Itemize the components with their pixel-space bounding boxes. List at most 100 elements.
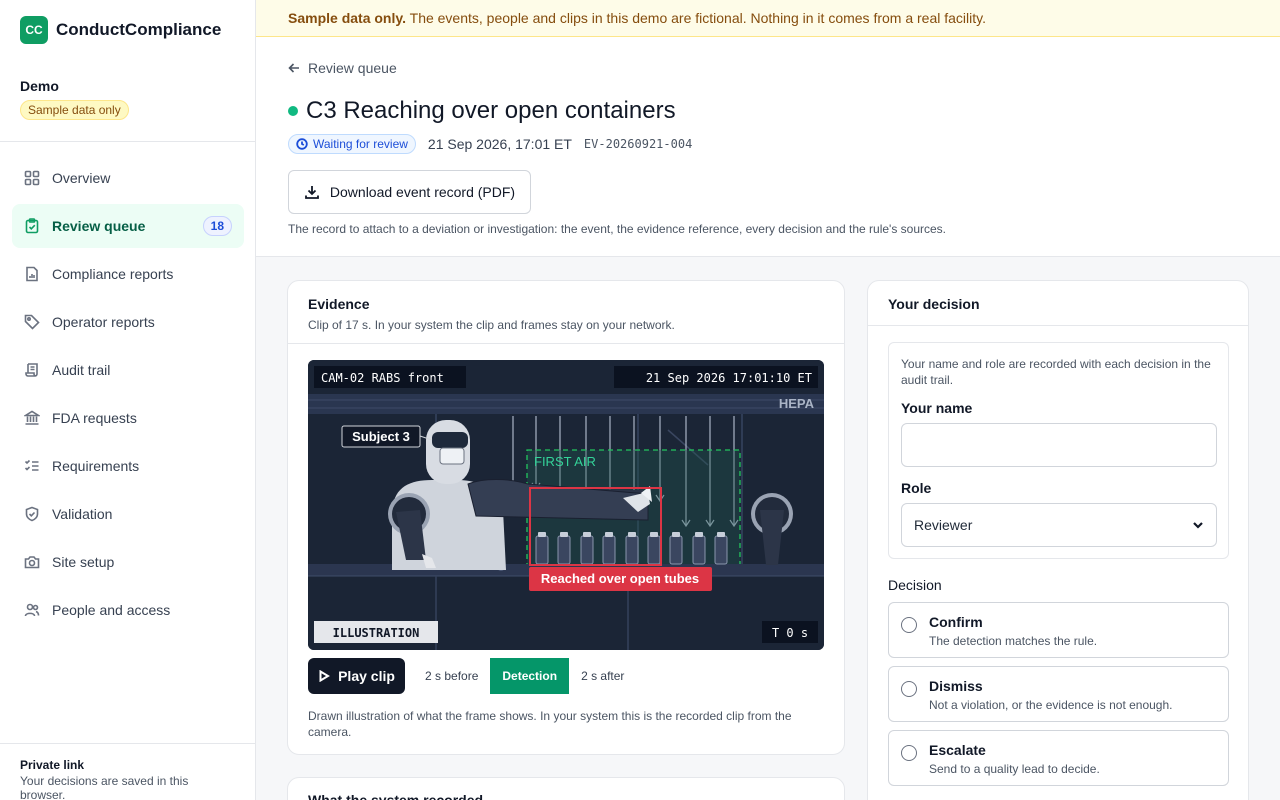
- frame-illustration: FIRST AIR Reached over open tubes Subjec…: [308, 360, 824, 650]
- grid-icon: [24, 170, 40, 186]
- event-time: 21 Sep 2026, 17:01 ET: [427, 136, 572, 152]
- report-icon: [26, 266, 38, 282]
- name-input[interactable]: [901, 423, 1217, 467]
- camera-icon: [24, 556, 40, 569]
- back-link-label: Review queue: [308, 60, 397, 76]
- clipboard-check-icon: [25, 218, 39, 234]
- sidebar-item-label: Audit trail: [52, 362, 111, 378]
- event-id: EV-20260921-004: [583, 137, 693, 151]
- detection-label: Reached over open tubes: [541, 571, 699, 586]
- role-select[interactable]: Reviewer: [901, 503, 1217, 547]
- sidebar-item-label: FDA requests: [52, 410, 137, 426]
- option-confirm[interactable]: Confirm The detection matches the rule.: [888, 602, 1229, 658]
- sidebar-item-validation[interactable]: Validation: [12, 492, 244, 536]
- download-record-button[interactable]: Download event record (PDF): [288, 170, 531, 214]
- page-title: C3 Reaching over open containers: [306, 97, 676, 124]
- sidebar-item-fda-requests[interactable]: FDA requests: [12, 396, 244, 440]
- decision-card: Your decision Your name and role are rec…: [867, 280, 1249, 800]
- sidebar-item-label: Compliance reports: [52, 266, 174, 282]
- sidebar: CC ConductCompliance Demo Sample data on…: [0, 0, 256, 800]
- play-clip-button[interactable]: Play clip: [308, 658, 405, 694]
- users-icon: [24, 603, 40, 617]
- camera-label: CAM-02 RABS front: [321, 371, 444, 385]
- arrow-left-icon: [288, 63, 299, 73]
- hepa-label: HEPA: [779, 396, 815, 411]
- status-badge-label: Waiting for review: [313, 137, 408, 151]
- private-link-subtitle: Your decisions are saved in this browser…: [20, 774, 189, 800]
- banner-bold: Sample data only.: [288, 10, 406, 26]
- private-link-title: Private link: [20, 758, 85, 772]
- sidebar-item-compliance-reports[interactable]: Compliance reports: [12, 252, 244, 296]
- sidebar-item-operator-reports[interactable]: Operator reports: [12, 300, 244, 344]
- org-info: Demo Sample data only: [20, 78, 129, 120]
- title-row: C3 Reaching over open containers: [288, 97, 676, 125]
- org-name: Demo: [20, 78, 59, 94]
- status-badge: Waiting for review: [288, 134, 416, 154]
- chevron-down-icon: [1193, 522, 1203, 529]
- sidebar-item-site-setup[interactable]: Site setup: [12, 540, 244, 584]
- role-value: Reviewer: [914, 517, 973, 533]
- card-divider: [288, 343, 844, 344]
- subject-label: Subject 3: [352, 429, 410, 444]
- segment-before[interactable]: 2 s before: [413, 658, 490, 694]
- evidence-frame: FIRST AIR Reached over open tubes Subjec…: [308, 360, 824, 650]
- sidebar-item-label: Review queue: [52, 218, 146, 234]
- brand-name: ConductCompliance: [56, 20, 222, 39]
- evidence-title: Evidence: [308, 296, 370, 312]
- banner-text: The events, people and clips in this dem…: [406, 10, 986, 26]
- sidebar-item-label: Site setup: [52, 554, 115, 570]
- checklist-icon: [24, 459, 39, 471]
- tag-icon: [24, 314, 40, 330]
- brand[interactable]: CC ConductCompliance: [20, 16, 221, 44]
- play-clip-label: Play clip: [338, 668, 395, 684]
- reviewer-help: Your name and role are recorded with eac…: [901, 357, 1211, 387]
- play-icon: [319, 670, 331, 682]
- evidence-subtitle: Clip of 17 s. In your system the clip an…: [308, 318, 675, 332]
- role-label: Role: [901, 480, 932, 496]
- segment-detection[interactable]: Detection: [490, 658, 570, 694]
- sidebar-item-label: Validation: [52, 506, 113, 522]
- radio-escalate[interactable]: [901, 745, 917, 761]
- frame-offset: T 0 s: [772, 626, 808, 640]
- sidebar-item-audit-trail[interactable]: Audit trail: [12, 348, 244, 392]
- app: CC ConductCompliance Demo Sample data on…: [0, 0, 1280, 800]
- recorded-card: What the system recorded: [287, 777, 845, 800]
- option-dismiss[interactable]: Dismiss Not a violation, or the evidence…: [888, 666, 1229, 722]
- card-divider: [868, 325, 1248, 326]
- option-title: Escalate: [929, 742, 986, 758]
- clip-controls: Play clip 2 s before Detection 2 s after: [308, 658, 636, 694]
- sidebar-item-requirements[interactable]: Requirements: [12, 444, 244, 488]
- sidebar-item-review-queue[interactable]: Review queue 18: [12, 204, 244, 248]
- sidebar-nav: Overview Review queue 18 Compliance repo…: [12, 156, 244, 636]
- illustration-label: ILLUSTRATION: [333, 626, 420, 640]
- sidebar-item-overview[interactable]: Overview: [12, 156, 244, 200]
- sidebar-item-label: People and access: [52, 602, 171, 618]
- evidence-card: Evidence Clip of 17 s. In your system th…: [287, 280, 845, 755]
- sidebar-footer: Private link Your decisions are saved in…: [0, 743, 255, 800]
- frame-timestamp: 21 Sep 2026 17:01:10 ET: [646, 371, 812, 385]
- option-description: Not a violation, or the evidence is not …: [929, 698, 1173, 712]
- sidebar-divider: [0, 141, 255, 142]
- option-description: The detection matches the rule.: [929, 634, 1098, 648]
- sample-data-badge: Sample data only: [20, 100, 129, 120]
- frame-note: Drawn illustration of what the frame sho…: [308, 709, 792, 739]
- brand-logo: CC: [20, 16, 48, 44]
- download-icon: [305, 186, 319, 199]
- download-note: The record to attach to a deviation or i…: [288, 222, 947, 236]
- radio-confirm[interactable]: [901, 617, 917, 633]
- decision-label: Decision: [888, 577, 942, 593]
- segment-after[interactable]: 2 s after: [569, 658, 636, 694]
- option-escalate[interactable]: Escalate Send to a quality lead to decid…: [888, 730, 1229, 786]
- decision-title: Your decision: [888, 296, 980, 312]
- clock-icon: [296, 138, 308, 150]
- event-meta: Waiting for review 21 Sep 2026, 17:01 ET…: [288, 134, 692, 154]
- back-link[interactable]: Review queue: [288, 60, 397, 76]
- review-queue-count-badge: 18: [202, 216, 232, 236]
- radio-dismiss[interactable]: [901, 681, 917, 697]
- sidebar-item-people-and-access[interactable]: People and access: [12, 588, 244, 632]
- sidebar-item-label: Requirements: [52, 458, 140, 474]
- status-dot-icon: [288, 106, 298, 116]
- sidebar-item-label: Operator reports: [52, 314, 155, 330]
- sample-data-banner: Sample data only. The events, people and…: [256, 0, 1280, 37]
- option-title: Confirm: [929, 614, 983, 630]
